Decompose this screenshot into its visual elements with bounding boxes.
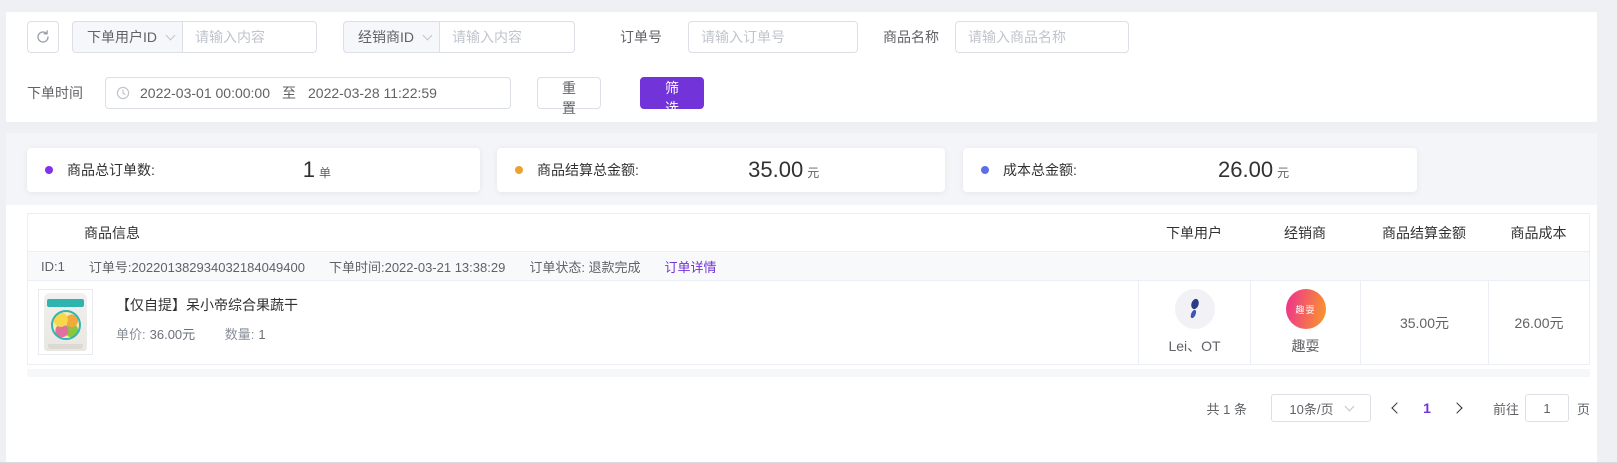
stat-value: 1 [303,157,315,183]
pouch-gusset [48,344,83,349]
order-time-label: 下单时间 [27,77,83,109]
filter-button[interactable]: 筛选 [640,77,704,109]
order-detail-link[interactable]: 订单详情 [665,257,717,276]
user-id-select-label: 下单用户ID [87,27,157,47]
order-id: ID:1 [41,259,65,274]
order-status: 订单状态: 退款完成 [529,257,640,276]
dealer-id-select-label: 经销商ID [358,27,414,47]
column-header-cost: 商品成本 [1488,223,1589,243]
chevron-down-icon [1344,402,1354,412]
column-header-dealer: 经销商 [1250,223,1360,243]
page-unit-label: 页 [1577,399,1590,418]
column-header-product-info: 商品信息 [28,223,1138,243]
date-separator: 至 [282,83,296,103]
chevron-down-icon [423,31,433,41]
order-time-range-picker[interactable]: 2022-03-01 00:00:00 至 2022-03-28 11:22:5… [105,77,511,109]
price-label: 单价: [116,327,146,342]
product-title: 【仅自提】呆小帝综合果蔬干 [116,295,298,315]
buyer-avatar [1175,289,1215,329]
user-id-type-select[interactable]: 下单用户ID [72,21,182,53]
stat-label: 商品总订单数: [67,160,155,180]
order-time: 下单时间:2022-03-21 13:38:29 [329,257,505,276]
pagination-total: 共 1 条 [1207,399,1247,418]
dealer-id-type-select[interactable]: 经销商ID [343,21,439,53]
goto-label: 前往 [1493,399,1519,418]
pouch-band [47,299,84,307]
chevron-down-icon [166,31,176,41]
stat-unit: 元 [1277,164,1289,181]
orders-table: 商品信息 下单用户 经销商 商品结算金额 商品成本 ID:1 订单号:20220… [27,213,1590,365]
stat-unit: 单 [319,164,331,181]
order-no-input[interactable] [688,21,858,53]
cost-cell: 26.00元 [1488,281,1589,364]
stat-unit: 元 [807,164,819,181]
next-page-icon [1451,402,1462,413]
prev-page-button[interactable] [1385,394,1409,422]
product-name-input[interactable] [955,21,1129,53]
buyer-avatar-figure [1184,296,1206,322]
buyer-name: Lei、OT [1168,336,1220,356]
refresh-button[interactable] [27,21,59,53]
stat-label: 成本总金额: [1003,160,1077,180]
product-subline: 单价: 36.00元 数量:1 [116,324,266,343]
product-image [38,289,93,355]
filter-panel: 下单用户ID 经销商ID 订单号 商品名称 下单时间 2022-03-01 00… [6,12,1597,122]
dealer-avatar: 趣耍 [1286,289,1326,329]
column-header-buyer: 下单用户 [1138,223,1250,243]
stat-card-total-orders: 商品总订单数: 1 单 [27,148,480,192]
pouch-body [44,293,87,351]
stat-dot [981,166,989,174]
cost-amount: 26.00元 [1514,313,1563,333]
user-id-filter: 下单用户ID [72,21,317,53]
table-header-row: 商品信息 下单用户 经销商 商品结算金额 商品成本 [28,214,1589,252]
order-no-label: 订单号 [620,21,662,53]
next-page-button[interactable] [1445,394,1469,422]
order-admin-page: 下单用户ID 经销商ID 订单号 商品名称 下单时间 2022-03-01 00… [0,0,1617,463]
page-size-label: 10条/页 [1289,399,1333,418]
stat-dot [515,166,523,174]
buyer-cell: Lei、OT [1138,281,1250,364]
dealer-avatar-text: 趣耍 [1295,303,1315,316]
reset-button[interactable]: 重置 [537,77,601,109]
price-value: 36.00元 [150,327,196,342]
user-id-input[interactable] [182,21,317,53]
page-size-select[interactable]: 10条/页 [1271,394,1371,422]
product-name-label: 商品名称 [883,21,939,53]
dealer-cell: 趣耍 趣耍 [1250,281,1360,364]
settle-amount-cell: 35.00元 [1360,281,1488,364]
stat-dot [45,166,53,174]
current-page[interactable]: 1 [1413,400,1441,416]
stat-card-settle-total: 商品结算总金额: 35.00 元 [497,148,945,192]
stat-label: 商品结算总金额: [537,160,639,180]
pagination: 共 1 条 10条/页 1 前往 页 [1207,394,1591,422]
goto-page-input[interactable] [1525,394,1569,422]
product-info-cell: 【仅自提】呆小帝综合果蔬干 单价: 36.00元 数量:1 [28,281,1138,364]
main-panel: 商品总订单数: 1 单 商品结算总金额: 35.00 元 成本总金额: 26.0… [6,133,1597,463]
column-header-settle: 商品结算金额 [1360,223,1488,243]
date-start: 2022-03-01 00:00:00 [140,85,270,101]
table-row: 【仅自提】呆小帝综合果蔬干 单价: 36.00元 数量:1 Lei、OT [28,281,1589,364]
qty-value: 1 [258,327,265,342]
order-meta-row: ID:1 订单号:202201382934032184049400 下单时间:2… [28,252,1589,281]
clock-icon [116,86,130,100]
dealer-id-input[interactable] [439,21,575,53]
order-number: 订单号:202201382934032184049400 [89,257,305,276]
dealer-name: 趣耍 [1292,336,1320,356]
dealer-id-filter: 经销商ID [343,21,575,53]
date-end: 2022-03-28 11:22:59 [308,85,437,101]
stat-value: 35.00 [748,157,803,183]
prev-page-icon [1391,402,1402,413]
pouch-window [51,310,81,340]
stat-card-cost-total: 成本总金额: 26.00 元 [963,148,1417,192]
refresh-icon [35,29,51,45]
settle-amount: 35.00元 [1400,313,1449,333]
table-footer-strip [27,369,1590,377]
stat-value: 26.00 [1218,157,1273,183]
qty-label: 数量: [225,327,255,342]
